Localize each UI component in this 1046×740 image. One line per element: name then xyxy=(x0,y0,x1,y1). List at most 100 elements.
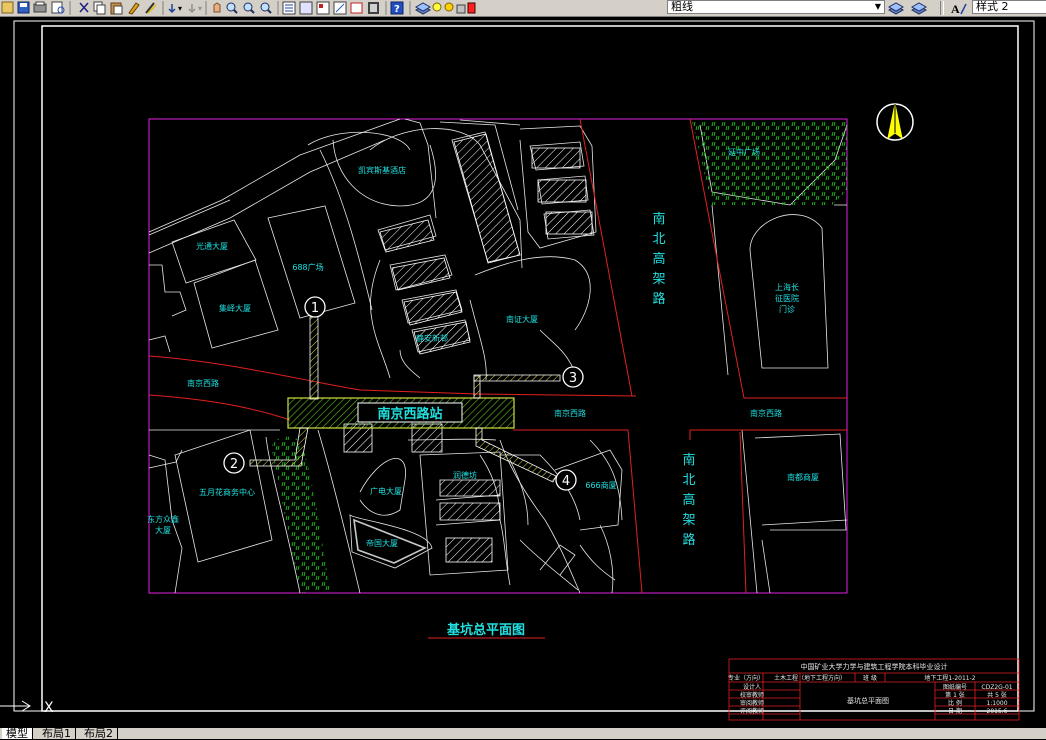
drawing-title: 基坑总平面图 xyxy=(446,622,525,638)
text-style-icon[interactable]: A xyxy=(948,0,970,16)
tb-proofreader: 校审教师 xyxy=(740,691,764,699)
tb-header: 中国矿业大学力学与建筑工程学院本科毕业设计 xyxy=(801,662,948,671)
layer-dropdown-value: 粗线 xyxy=(671,0,693,13)
sheet-set-icon[interactable] xyxy=(333,1,347,15)
label-jiefu: 集峄大厦 xyxy=(219,303,251,313)
label-nandu: 南都商厦 xyxy=(787,472,819,482)
entrance-label-1: 1 xyxy=(311,301,319,316)
tb-scale: 1:1000 xyxy=(986,700,1007,707)
label-road-nanjing-2: 南京西路 xyxy=(554,408,586,418)
quickcalc-icon[interactable] xyxy=(368,2,379,14)
redo-icon[interactable]: ▾ xyxy=(188,4,202,14)
print-icon[interactable] xyxy=(33,1,47,13)
layer-color-icon[interactable] xyxy=(467,2,476,14)
tab-model[interactable]: 模型 xyxy=(2,728,33,739)
layer-bulb-icon[interactable] xyxy=(432,2,442,12)
layer-lock-icon[interactable] xyxy=(456,4,466,14)
drawing-canvas[interactable]: 1 2 3 4 凯宾斯基酒店 光通大厦 688广场 集峄大厦 静安新邨 南证大厦… xyxy=(0,17,1046,728)
tb-approver: 审阅教师 xyxy=(740,699,764,707)
tb-row1-value: 土木工程（地下工程方向） xyxy=(774,674,846,682)
open-icon[interactable] xyxy=(1,1,14,14)
entrance-label-4: 4 xyxy=(562,474,570,489)
layer-sun-icon[interactable] xyxy=(444,2,454,12)
properties-icon[interactable] xyxy=(282,1,296,15)
help-icon[interactable]: ? xyxy=(390,1,404,15)
block-editor-icon[interactable] xyxy=(145,2,157,14)
paste-icon[interactable] xyxy=(110,2,123,15)
label-guangdian: 广电大厦 xyxy=(370,486,402,496)
label-elevated-n-2: 北 xyxy=(652,232,665,247)
markup-icon[interactable] xyxy=(350,2,363,14)
sheet-border xyxy=(13,20,1035,712)
label-elevated-n-4: 架 xyxy=(652,272,665,287)
text-style-dropdown[interactable]: 样式 2 xyxy=(972,0,1046,14)
label-elevated-s-3: 高 xyxy=(682,492,695,508)
label-elevated-s-5: 路 xyxy=(682,532,695,548)
label-hospital-1: 上海长 xyxy=(775,282,799,292)
label-guangtong: 光通大厦 xyxy=(196,241,228,251)
station-label: 南京西路站 xyxy=(377,406,442,422)
tb-row1-label: 专业（方向） xyxy=(728,674,764,682)
make-current-layer-icon[interactable] xyxy=(887,2,905,15)
undo-icon[interactable]: ▾ xyxy=(168,4,182,14)
label-elevated-n-1: 南 xyxy=(652,211,665,227)
entrance-label-3: 3 xyxy=(569,371,577,386)
tb-no-label: 图纸编号 xyxy=(943,683,967,691)
drawing-svg: 1 2 3 4 凯宾斯基酒店 光通大厦 688广场 集峄大厦 静安新邨 南证大厦… xyxy=(0,20,1035,721)
label-elevated-n-5: 路 xyxy=(652,291,665,307)
layer-manager-icon[interactable] xyxy=(414,2,432,15)
tb-reviewer: 评阅教师 xyxy=(740,707,764,715)
label-hospital-3: 门诊 xyxy=(779,304,795,314)
layer-dropdown[interactable]: 粗线 ▼ xyxy=(667,0,885,14)
label-elevated-s-2: 北 xyxy=(682,473,695,488)
label-nanzheng: 南证大厦 xyxy=(506,314,538,324)
label-elevated-s-1: 南 xyxy=(682,452,695,468)
layer-previous-icon[interactable] xyxy=(910,2,928,15)
tb-no: CDZ2G-01 xyxy=(981,684,1012,691)
label-elevated-s-4: 架 xyxy=(682,513,695,528)
match-properties-icon[interactable] xyxy=(128,2,140,15)
label-jingan: 静安新邨 xyxy=(416,333,448,343)
cut-icon[interactable] xyxy=(79,2,89,13)
tb-date: 2015.6 xyxy=(987,708,1008,715)
copy-icon[interactable] xyxy=(93,1,106,15)
zoom-window-icon[interactable] xyxy=(243,2,255,14)
standard-toolbar: ▾ ▾ ? 粗线 ▼ A 样式 2 xyxy=(0,0,1046,17)
label-dongfang-2: 大厦 xyxy=(155,525,171,535)
label-688: 688广场 xyxy=(292,262,323,272)
tool-palettes-icon[interactable] xyxy=(316,1,330,15)
label-dongfang-1: 东方众鑫 xyxy=(147,514,179,524)
label-yanzhong: 延中广场 xyxy=(728,147,760,157)
tb-row1-cls: 班 级 xyxy=(863,674,877,682)
label-didu: 帝国大厦 xyxy=(366,538,398,548)
text-style-value: 样式 2 xyxy=(976,0,1009,13)
tab-layout1[interactable]: 布局1 xyxy=(38,728,76,739)
zoom-realtime-icon[interactable] xyxy=(226,2,238,14)
label-kaibin: 凯宾斯基酒店 xyxy=(358,165,406,175)
svg-text:?: ? xyxy=(394,4,400,15)
tab-layout2[interactable]: 布局2 xyxy=(80,728,118,739)
tb-row1-cls-value: 地下工程1-2011-2 xyxy=(924,674,975,682)
chevron-down-icon: ▼ xyxy=(874,2,882,11)
label-hospital-2: 征医院 xyxy=(775,293,799,303)
label-elevated-n-3: 高 xyxy=(652,251,665,267)
label-666: 666商厦 xyxy=(585,480,616,490)
layout-tabs: 模型 布局1 布局2 xyxy=(0,728,1046,739)
tb-scale-label: 比 例 xyxy=(948,699,962,707)
svg-text:▾: ▾ xyxy=(178,4,182,13)
plot-preview-icon[interactable] xyxy=(51,1,65,14)
ucs-label: X xyxy=(44,700,54,716)
label-wuyuehua: 五月花商务中心 xyxy=(199,487,255,497)
tb-sheet-total: 共 5 张 xyxy=(987,691,1007,699)
north-arrow-icon xyxy=(876,103,914,141)
pan-icon[interactable] xyxy=(213,2,221,13)
zoom-previous-icon[interactable] xyxy=(260,2,272,14)
tb-designer: 设计人 xyxy=(743,683,761,691)
tb-date-label: 日 期 xyxy=(948,707,962,715)
label-road-nanjing-1: 南京西路 xyxy=(187,378,219,388)
save-icon[interactable] xyxy=(17,1,30,14)
svg-text:▾: ▾ xyxy=(198,4,202,13)
label-runbo: 润德坊 xyxy=(453,470,477,480)
design-center-icon[interactable] xyxy=(299,1,313,15)
label-road-nanjing-3: 南京西路 xyxy=(750,408,782,418)
